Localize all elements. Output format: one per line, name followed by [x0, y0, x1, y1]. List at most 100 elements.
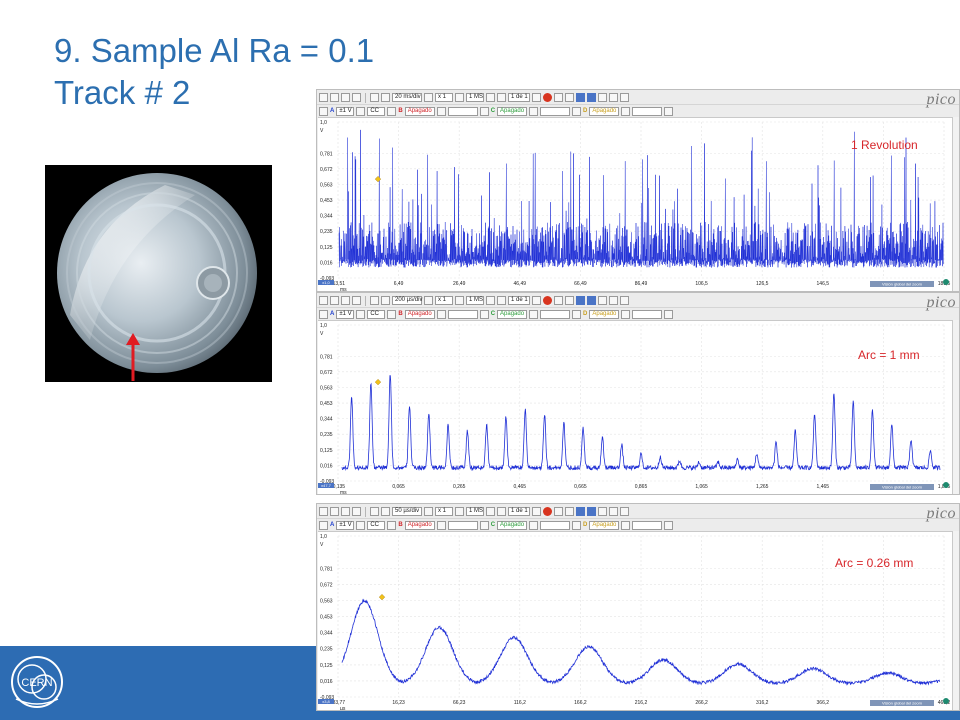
channel-d-state-select[interactable]: Apagado: [589, 309, 620, 319]
scope-scrollbar[interactable]: [952, 117, 959, 291]
channel-d-state-select[interactable]: Apagado: [589, 106, 620, 116]
channel-c-chevron-icon[interactable]: [529, 520, 539, 530]
channel-c-coupling-chevron-icon[interactable]: [572, 520, 582, 530]
channel-c-coupling-select[interactable]: [540, 106, 571, 116]
timebase-chevron-icon[interactable]: [424, 93, 433, 102]
undo-zoom-icon[interactable]: [609, 296, 618, 305]
channel-d-chevron-icon[interactable]: [621, 309, 631, 319]
channel-b-state-select[interactable]: Apagado: [404, 309, 435, 319]
channel-b-coupling-chevron-icon[interactable]: [479, 520, 489, 530]
next-page-icon[interactable]: [532, 296, 541, 305]
zoom-out-icon[interactable]: [587, 507, 596, 516]
channel-d-state-select[interactable]: Apagado: [589, 520, 620, 530]
samples-chevron-icon[interactable]: [486, 296, 495, 305]
channel-b-state-select[interactable]: Apagado: [404, 520, 435, 530]
cursor-icon[interactable]: [554, 507, 563, 516]
hand-icon[interactable]: [565, 296, 574, 305]
channel-a-coupling-select[interactable]: CC: [367, 520, 386, 530]
samples-chevron-icon[interactable]: [486, 507, 495, 516]
channel-b-coupling-chevron-icon[interactable]: [479, 309, 489, 319]
stop-icon[interactable]: [543, 507, 552, 516]
scope-mode-icon[interactable]: [319, 93, 328, 102]
channel-options-icon[interactable]: [319, 520, 328, 530]
timebase-select[interactable]: 50 µs/div: [392, 507, 422, 516]
channel-a-label[interactable]: A: [330, 311, 334, 317]
stop-icon[interactable]: [543, 296, 552, 305]
channel-c-state-select[interactable]: Apagado: [497, 106, 528, 116]
channel-b-coupling-chevron-icon[interactable]: [479, 106, 489, 116]
multiplier-chevron-icon[interactable]: [455, 507, 464, 516]
next-page-icon[interactable]: [532, 93, 541, 102]
channel-b-label[interactable]: B: [398, 108, 402, 114]
channel-a-range-select[interactable]: ±1 V: [336, 106, 355, 116]
cursor-icon[interactable]: [554, 296, 563, 305]
channel-c-chevron-icon[interactable]: [529, 106, 539, 116]
channel-a-range-select[interactable]: ±1 V: [336, 520, 355, 530]
channel-a-range-select[interactable]: ±1 V: [336, 309, 355, 319]
channel-c-coupling-select[interactable]: [540, 520, 571, 530]
channel-b-coupling-select[interactable]: [447, 309, 478, 319]
prev-page-icon[interactable]: [497, 507, 506, 516]
channel-d-chevron-icon[interactable]: [621, 106, 631, 116]
samples-chevron-icon[interactable]: [486, 93, 495, 102]
coupling-chevron-icon[interactable]: [387, 309, 397, 319]
channel-a-label[interactable]: A: [330, 522, 334, 528]
probe-icon[interactable]: [370, 93, 379, 102]
channel-d-coupling-select[interactable]: [632, 106, 663, 116]
channel-a-coupling-select[interactable]: CC: [367, 106, 386, 116]
channel-d-coupling-chevron-icon[interactable]: [664, 520, 674, 530]
hand-icon[interactable]: [565, 507, 574, 516]
next-page-icon[interactable]: [532, 507, 541, 516]
probe-icon[interactable]: [370, 507, 379, 516]
ruler-icon[interactable]: [381, 93, 390, 102]
probe-icon[interactable]: [370, 296, 379, 305]
zoom-in-icon[interactable]: [576, 93, 585, 102]
range-chevron-icon[interactable]: [356, 106, 366, 116]
spectrum-icon[interactable]: [341, 507, 350, 516]
channel-b-label[interactable]: B: [398, 522, 402, 528]
channel-a-label[interactable]: A: [330, 108, 334, 114]
timebase-select[interactable]: 200 µs/div: [392, 296, 422, 305]
coupling-chevron-icon[interactable]: [387, 106, 397, 116]
channel-c-label[interactable]: C: [491, 311, 495, 317]
multiplier-select[interactable]: x 1: [435, 507, 453, 516]
multiplier-chevron-icon[interactable]: [455, 296, 464, 305]
cursor-icon[interactable]: [554, 93, 563, 102]
settings-icon[interactable]: [620, 93, 629, 102]
settings-icon[interactable]: [620, 507, 629, 516]
channel-options-icon[interactable]: [319, 309, 328, 319]
channel-b-chevron-icon[interactable]: [436, 520, 446, 530]
persistence-icon[interactable]: [330, 507, 339, 516]
spectrum-icon[interactable]: [341, 296, 350, 305]
channel-d-label[interactable]: D: [583, 108, 587, 114]
scope-mode-icon[interactable]: [319, 507, 328, 516]
zoom-out-icon[interactable]: [587, 296, 596, 305]
channel-c-coupling-chevron-icon[interactable]: [572, 309, 582, 319]
multiplier-chevron-icon[interactable]: [455, 93, 464, 102]
hand-icon[interactable]: [565, 93, 574, 102]
channel-c-label[interactable]: C: [491, 522, 495, 528]
undo-zoom-icon[interactable]: [609, 507, 618, 516]
range-chevron-icon[interactable]: [356, 520, 366, 530]
range-chevron-icon[interactable]: [356, 309, 366, 319]
persistence-icon[interactable]: [330, 93, 339, 102]
channel-c-label[interactable]: C: [491, 108, 495, 114]
multiplier-select[interactable]: x 1: [435, 93, 453, 102]
channel-d-label[interactable]: D: [583, 311, 587, 317]
channel-d-coupling-chevron-icon[interactable]: [664, 106, 674, 116]
timebase-select[interactable]: 20 ms/div: [392, 93, 422, 102]
channel-b-coupling-select[interactable]: [447, 520, 478, 530]
stop-icon[interactable]: [543, 93, 552, 102]
prev-page-icon[interactable]: [497, 296, 506, 305]
channel-d-coupling-select[interactable]: [632, 309, 663, 319]
scope-scrollbar[interactable]: [952, 320, 959, 494]
memory-icon[interactable]: [352, 296, 361, 305]
zoom-in-icon[interactable]: [576, 296, 585, 305]
channel-a-coupling-select[interactable]: CC: [367, 309, 386, 319]
channel-b-label[interactable]: B: [398, 311, 402, 317]
zoom-fit-icon[interactable]: [598, 296, 607, 305]
scope-scrollbar[interactable]: [952, 531, 959, 710]
channel-b-state-select[interactable]: Apagado: [404, 106, 435, 116]
zoom-fit-icon[interactable]: [598, 93, 607, 102]
zoom-fit-icon[interactable]: [598, 507, 607, 516]
